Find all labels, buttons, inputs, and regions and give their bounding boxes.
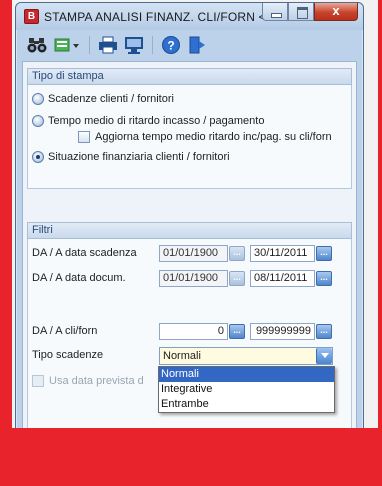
dropdown-option-normali[interactable]: Normali (159, 367, 334, 382)
documento-to-field[interactable]: 08/11/2011 (250, 270, 315, 287)
print-type-header: Tipo di stampa (27, 68, 352, 85)
documento-from-picker-button[interactable]: ... (229, 271, 245, 286)
radio-situazione[interactable]: Situazione finanziaria clienti / fornito… (32, 149, 230, 165)
radio-button[interactable] (32, 93, 44, 105)
dialog-body: Tipo di stampa Scadenze clienti / fornit… (22, 61, 357, 428)
exit-door-icon[interactable] (186, 34, 208, 56)
documento-label: DA / A data docum. (32, 272, 126, 284)
window-title: STAMPA ANALISI FINANZ. CLI/FORN <... (44, 10, 277, 24)
checkbox-usa-data[interactable]: Usa data prevista d (32, 373, 144, 389)
dropdown-option-entrambe[interactable]: Entrambe (159, 397, 334, 412)
window-controls: x (262, 3, 358, 22)
scadenza-label: DA / A data scadenza (32, 247, 137, 259)
title-bar[interactable]: B STAMPA ANALISI FINANZ. CLI/FORN <... x (16, 3, 363, 30)
tipo-scadenze-select[interactable]: Normali (159, 347, 333, 365)
scadenza-to-picker-button[interactable]: ... (316, 246, 332, 261)
tipo-scadenze-label: Tipo scadenze (32, 349, 104, 361)
list-view-icon[interactable] (52, 34, 82, 56)
checkbox-aggiorna-label: Aggiorna tempo medio ritardo inc/pag. su… (95, 131, 332, 143)
minimize-button[interactable] (262, 3, 288, 21)
radio-scadenze-label: Scadenze clienti / fornitori (48, 93, 174, 105)
documento-to-picker-button[interactable]: ... (316, 271, 332, 286)
documento-from-field[interactable]: 01/01/1900 (159, 270, 228, 287)
radio-button[interactable] (32, 115, 44, 127)
toolbar-separator (89, 36, 90, 54)
cliforn-from-picker-button[interactable]: ... (229, 324, 245, 339)
screenshot-stage: B STAMPA ANALISI FINANZ. CLI/FORN <... x (12, 0, 378, 428)
scadenza-from-field[interactable]: 01/01/1900 (159, 245, 228, 262)
tipo-scadenze-value: Normali (163, 350, 201, 362)
toolbar-separator (152, 36, 153, 54)
chevron-down-icon[interactable] (316, 348, 332, 364)
tipo-scadenze-dropdown: Normali Integrative Entrambe (158, 366, 335, 413)
dialog-window: B STAMPA ANALISI FINANZ. CLI/FORN <... x (15, 2, 364, 428)
radio-tempo-medio[interactable]: Tempo medio di ritardo incasso / pagamen… (32, 113, 264, 129)
close-button[interactable]: x (314, 3, 358, 21)
checkbox[interactable] (32, 375, 44, 387)
radio-scadenze[interactable]: Scadenze clienti / fornitori (32, 91, 174, 107)
maximize-button[interactable] (288, 3, 314, 21)
monitor-preview-icon[interactable] (123, 34, 145, 56)
app-icon: B (24, 9, 39, 24)
cliforn-label: DA / A cli/forn (32, 325, 98, 337)
checkbox-aggiorna[interactable]: Aggiorna tempo medio ritardo inc/pag. su… (78, 129, 332, 145)
radio-button-selected[interactable] (32, 151, 44, 163)
cliforn-to-field[interactable]: 999999999 (250, 323, 315, 340)
toolbar: ? (20, 30, 359, 60)
cliforn-to-picker-button[interactable]: ... (316, 324, 332, 339)
help-icon[interactable]: ? (160, 34, 182, 56)
scadenza-to-field[interactable]: 30/11/2011 (250, 245, 315, 262)
dropdown-option-integrative[interactable]: Integrative (159, 382, 334, 397)
filters-header: Filtri (27, 222, 352, 239)
printer-icon[interactable] (97, 34, 119, 56)
cliforn-from-field[interactable]: 0 (159, 323, 228, 340)
binoculars-icon[interactable] (26, 34, 48, 56)
print-type-group: Scadenze clienti / fornitori Tempo medio… (27, 85, 352, 189)
scadenza-from-picker-button[interactable]: ... (229, 246, 245, 261)
checkbox-usa-data-label: Usa data prevista d (49, 375, 144, 387)
svg-text:?: ? (167, 39, 174, 53)
checkbox[interactable] (78, 131, 90, 143)
radio-situazione-label: Situazione finanziaria clienti / fornito… (48, 151, 230, 163)
radio-tempo-medio-label: Tempo medio di ritardo incasso / pagamen… (48, 115, 265, 127)
